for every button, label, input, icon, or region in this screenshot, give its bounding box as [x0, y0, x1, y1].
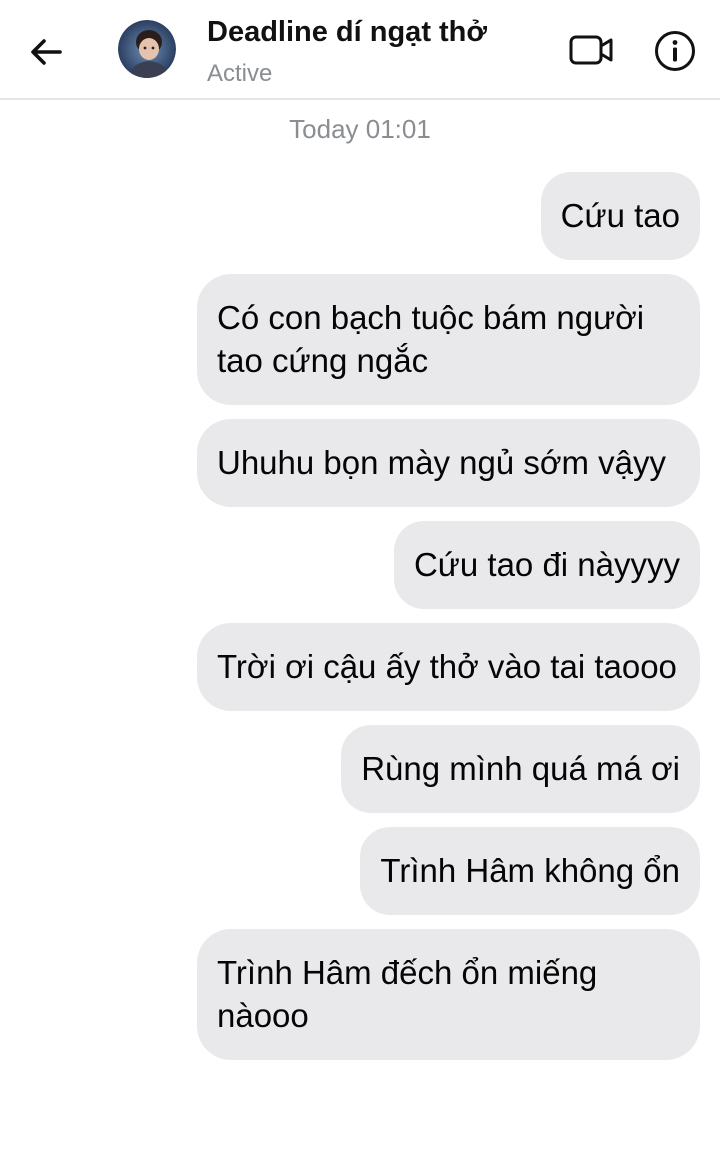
- message-row: Trời ơi cậu ấy thở vào tai taooo: [0, 623, 720, 711]
- info-icon: [655, 31, 695, 71]
- message-row: Trình Hâm không ổn: [0, 827, 720, 915]
- chat-header: Deadline dí ngạt thở Active: [0, 0, 720, 100]
- message-bubble[interactable]: Trình Hâm đếch ổn miếng nàooo: [197, 929, 700, 1060]
- message-bubble[interactable]: Cứu tao đi nàyyyy: [393, 521, 700, 609]
- message-timestamp: Today 01:01: [289, 114, 431, 144]
- message-row: Uhuhu bọn mày ngủ sớm vậyy: [0, 419, 720, 507]
- message-bubble[interactable]: Có con bạch tuộc bám người tao cứng ngắc: [197, 274, 700, 405]
- message-row: Cứu tao: [0, 172, 720, 260]
- message-bubble[interactable]: Uhuhu bọn mày ngủ sớm vậyy: [197, 419, 700, 507]
- active-status: Active: [207, 60, 273, 87]
- message-bubble[interactable]: Rùng mình quá má ơi: [341, 725, 700, 813]
- video-camera-icon: [569, 35, 613, 65]
- info-button[interactable]: [650, 26, 700, 76]
- video-call-button[interactable]: [566, 28, 618, 72]
- arrow-left-icon: [31, 39, 62, 65]
- conversation-title[interactable]: Deadline dí ngạt thở: [207, 16, 487, 49]
- message-row: Có con bạch tuộc bám người tao cứng ngắc: [0, 274, 720, 405]
- message-bubble[interactable]: Trình Hâm không ổn: [360, 827, 700, 915]
- back-button[interactable]: [22, 30, 70, 74]
- message-row: Rùng mình quá má ơi: [0, 725, 720, 813]
- avatar[interactable]: [118, 20, 176, 78]
- message-row: Trình Hâm đếch ổn miếng nàooo: [0, 929, 720, 1060]
- message-row: Cứu tao đi nàyyyy: [0, 521, 720, 609]
- message-bubble[interactable]: Cứu tao: [540, 172, 700, 260]
- message-bubble[interactable]: Trời ơi cậu ấy thở vào tai taooo: [197, 623, 700, 711]
- message-list: Cứu tao Có con bạch tuộc bám người tao c…: [0, 172, 720, 1074]
